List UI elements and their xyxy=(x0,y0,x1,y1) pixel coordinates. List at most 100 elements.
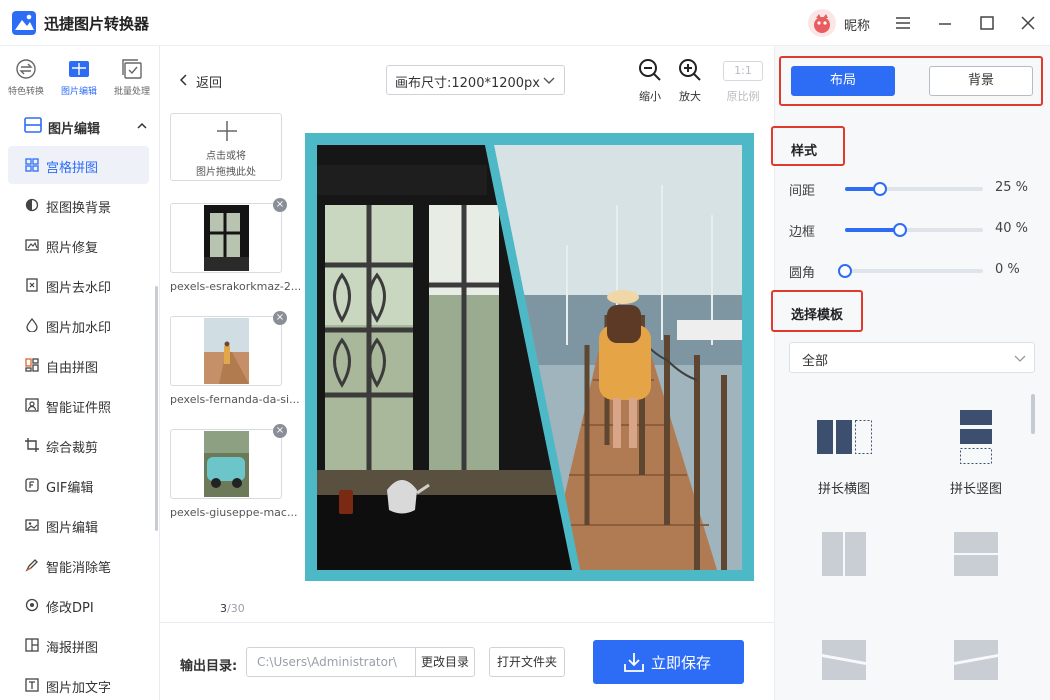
long-horizontal-icon xyxy=(817,420,872,454)
collage-canvas[interactable] xyxy=(305,133,754,581)
mode-image-edit[interactable]: 图片编辑 xyxy=(53,46,105,106)
avatar[interactable] xyxy=(808,9,836,37)
zoom-in-label: 放大 xyxy=(679,90,701,103)
thumbnail-filename: pexels-esrakorkmaz-2... xyxy=(170,280,300,293)
sidebar-item-label: 智能消除笔 xyxy=(46,561,112,576)
back-label: 返回 xyxy=(196,76,223,91)
output-dir-input[interactable]: C:\Users\Administrator\ xyxy=(246,647,416,677)
sidebar-item-modify-dpi[interactable]: 修改DPI xyxy=(8,586,149,624)
canvas-size-select[interactable]: 画布尺寸:1200*1200px xyxy=(386,65,565,95)
sidebar-item-crop[interactable]: 综合裁剪 xyxy=(8,426,149,464)
close-icon[interactable] xyxy=(1018,13,1038,33)
sidebar: 图片编辑 宫格拼图 抠图换背景 照片修复 图片去水印 图片加水印 自由拼图 智能… xyxy=(0,106,160,700)
sidebar-item-add-watermark[interactable]: 图片加水印 xyxy=(8,306,149,344)
template-two-columns[interactable] xyxy=(789,532,899,582)
sidebar-item-image-edit[interactable]: 图片编辑 xyxy=(8,506,149,544)
mode-bar: 特色转换 图片编辑 批量处理 xyxy=(0,46,160,106)
menu-icon[interactable] xyxy=(893,13,913,33)
minimize-icon[interactable] xyxy=(935,13,955,33)
slider-value: 25 % xyxy=(995,180,1029,195)
text-icon xyxy=(25,678,39,692)
slider-track[interactable] xyxy=(845,182,983,196)
maximize-icon[interactable] xyxy=(977,13,997,33)
corner-radius-slider[interactable]: 圆角 0 % xyxy=(789,260,1039,282)
tab-layout[interactable]: 布局 xyxy=(791,66,895,96)
template-name: 拼长横图 xyxy=(817,482,870,497)
collage-preview xyxy=(317,145,742,570)
avatar-icon xyxy=(814,14,830,33)
sidebar-item-label: 自由拼图 xyxy=(46,361,99,376)
template-diagonal-rows[interactable] xyxy=(789,640,899,690)
slider-handle[interactable] xyxy=(872,182,887,196)
sidebar-item-grid-collage[interactable]: 宫格拼图 xyxy=(8,146,149,184)
sidebar-item-label: 海报拼图 xyxy=(46,641,99,656)
thumbnail-image xyxy=(204,318,249,384)
chevron-left-icon xyxy=(179,74,187,86)
slider-track[interactable] xyxy=(838,264,983,278)
sidebar-item-eraser-pen[interactable]: 智能消除笔 xyxy=(8,546,149,584)
template-long-vertical[interactable]: 拼长竖图 xyxy=(921,410,1031,502)
chevron-down-icon xyxy=(543,77,555,84)
upload-dropzone[interactable]: 点击或将 图片拖拽此处 xyxy=(170,113,282,181)
sidebar-item-gif-edit[interactable]: GIF编辑 xyxy=(8,466,149,504)
thumbnail-1[interactable]: × xyxy=(170,198,287,273)
mode-label: 批量处理 xyxy=(113,87,150,97)
sidebar-scrollbar[interactable] xyxy=(155,286,158,531)
open-folder-button[interactable]: 打开文件夹 xyxy=(489,647,565,677)
template-diagonal-rows-alt[interactable] xyxy=(921,640,1031,690)
slider-fill xyxy=(845,228,901,232)
zoom-out-button[interactable]: 缩小 xyxy=(633,58,667,104)
crop-icon xyxy=(25,438,39,452)
sidebar-item-remove-watermark[interactable]: 图片去水印 xyxy=(8,266,149,304)
download-icon xyxy=(624,653,644,672)
sidebar-item-free-collage[interactable]: 自由拼图 xyxy=(8,346,149,384)
chevron-up-icon[interactable] xyxy=(137,121,147,131)
mode-label: 特色转换 xyxy=(7,87,44,97)
border-slider[interactable]: 边框 40 % xyxy=(789,219,1039,241)
spacing-slider[interactable]: 间距 25 % xyxy=(789,178,1039,200)
zoom-in-icon xyxy=(679,59,701,81)
upload-hint-line1: 点击或将 xyxy=(206,151,246,162)
dpi-icon xyxy=(25,598,39,612)
tab-background[interactable]: 背景 xyxy=(929,66,1033,96)
sidebar-item-id-photo[interactable]: 智能证件照 xyxy=(8,386,149,424)
original-ratio-button[interactable]: 1:1 xyxy=(723,61,763,81)
sidebar-item-poster-collage[interactable]: 海报拼图 xyxy=(8,626,149,664)
two-columns-icon xyxy=(822,532,866,576)
app-title: 迅捷图片转换器 xyxy=(44,15,150,33)
poster-icon xyxy=(25,638,39,652)
sidebar-item-photo-repair[interactable]: 照片修复 xyxy=(8,226,149,264)
output-dir-label: 输出目录: xyxy=(180,659,238,674)
remove-thumbnail-button[interactable]: × xyxy=(273,311,287,325)
slider-handle[interactable] xyxy=(893,223,908,237)
sidebar-item-label: 图片加文字 xyxy=(46,681,112,696)
style-section-title: 样式 xyxy=(791,144,818,159)
sidebar-group-image-edit[interactable]: 图片编辑 xyxy=(24,115,154,137)
user-name[interactable]: 昵称 xyxy=(844,15,870,34)
image-edit-icon xyxy=(24,117,42,133)
original-ratio-label: 原比例 xyxy=(726,90,760,103)
thumbnail-2[interactable]: × xyxy=(170,311,287,386)
sidebar-item-label: 综合裁剪 xyxy=(46,441,99,456)
change-dir-button[interactable]: 更改目录 xyxy=(415,647,475,677)
slider-handle[interactable] xyxy=(838,264,852,278)
slider-value: 40 % xyxy=(995,221,1029,236)
slider-label: 边框 xyxy=(789,225,816,240)
remove-thumbnail-button[interactable]: × xyxy=(273,424,287,438)
save-now-button[interactable]: 立即保存 xyxy=(593,640,744,684)
sidebar-item-add-text[interactable]: 图片加文字 xyxy=(8,666,149,700)
sidebar-item-label: 照片修复 xyxy=(46,241,99,256)
sidebar-item-cutout[interactable]: 抠图换背景 xyxy=(8,186,149,224)
template-long-horizontal[interactable]: 拼长横图 xyxy=(789,412,899,502)
panel-scrollbar[interactable] xyxy=(1031,394,1035,434)
mode-batch[interactable]: 批量处理 xyxy=(106,46,158,106)
remove-thumbnail-button[interactable]: × xyxy=(273,198,287,212)
template-section-title: 选择模板 xyxy=(791,308,844,323)
template-two-rows[interactable] xyxy=(921,532,1031,582)
zoom-in-button[interactable]: 放大 xyxy=(673,58,707,104)
mode-feature-convert[interactable]: 特色转换 xyxy=(0,46,52,106)
slider-track[interactable] xyxy=(845,223,983,237)
batch-icon xyxy=(122,59,142,79)
thumbnail-3[interactable]: × xyxy=(170,424,287,499)
template-filter-select[interactable]: 全部 xyxy=(789,342,1035,373)
